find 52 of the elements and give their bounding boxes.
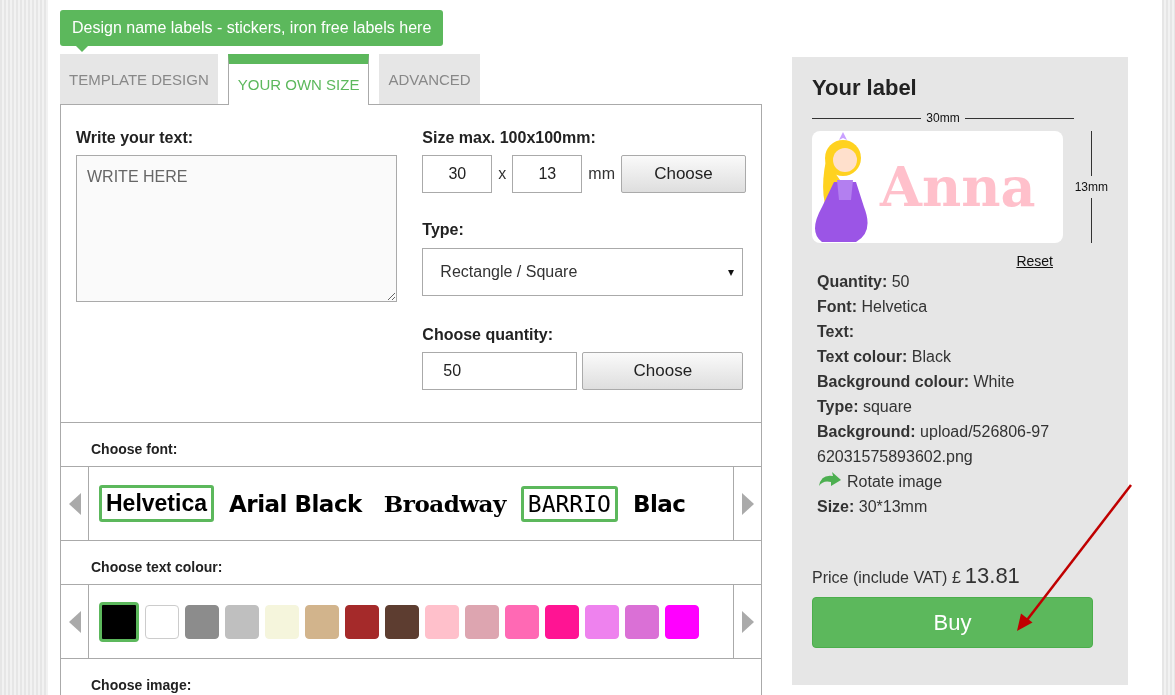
colour-swatch[interactable] [305, 604, 339, 639]
colour-swatch[interactable] [545, 604, 579, 639]
colour-swatch[interactable] [465, 604, 499, 639]
summary-line: Background colour: White [817, 372, 1016, 392]
summary-line: Font: Helvetica [817, 297, 929, 317]
type-select[interactable]: Rectangle / Square ▾ [422, 248, 744, 296]
section-label: Choose image: [91, 677, 193, 693]
summary-line: Background: upload/526806-9762031575893602.png [817, 422, 1051, 467]
summary-line: Size: 30*13mm [817, 497, 929, 517]
section-label: Choose font: [91, 441, 179, 457]
font-option[interactable]: BARRIO [520, 485, 618, 522]
times-label: x [498, 165, 507, 183]
colour-swatch[interactable] [505, 604, 539, 639]
left-arrow-icon [68, 492, 81, 515]
font-option[interactable]: Helvetica [99, 485, 214, 522]
width-input[interactable]: 30 [422, 155, 493, 193]
height-dimension: 13mm [1074, 180, 1108, 194]
caret-icon: ▾ [728, 265, 735, 279]
quantity-input[interactable]: 50 [422, 352, 578, 390]
unit-label: mm [588, 165, 615, 183]
field-label: Choose quantity: [422, 326, 554, 344]
reset-link[interactable]: Reset [1016, 253, 1053, 269]
width-dimension: 30mm [926, 111, 960, 125]
colour-swatch[interactable] [665, 604, 699, 639]
field-label: Type: [422, 221, 465, 239]
field-label: Write your text: [76, 129, 195, 147]
choose-button[interactable]: Choose [621, 155, 746, 193]
panel-title: Your label [812, 75, 918, 101]
right-arrow-icon [741, 610, 754, 633]
preview-name: Anna [880, 155, 1036, 219]
choose-button[interactable]: Choose [582, 352, 744, 390]
colour-swatch[interactable] [185, 604, 219, 639]
select-value: Rectangle / Square [440, 263, 578, 281]
summary-line: Quantity: 50 [817, 272, 911, 292]
colour-swatch[interactable] [345, 604, 379, 639]
height-input[interactable]: 13 [512, 155, 583, 193]
colour-swatch[interactable] [585, 604, 619, 639]
section-label: Choose text colour: [91, 559, 224, 575]
field-label: Size max. 100x100mm: [422, 129, 597, 147]
price-value: 13.81 [964, 563, 1020, 589]
colour-swatch[interactable] [385, 604, 419, 639]
price-label: Price (include VAT) £ [812, 569, 961, 587]
colour-swatch[interactable] [225, 604, 259, 639]
colour-swatch[interactable] [625, 604, 659, 639]
colour-swatch[interactable] [99, 601, 139, 642]
summary-line: Text colour: Black [817, 347, 952, 367]
text-input[interactable]: WRITE HERE [76, 155, 397, 302]
right-arrow-icon [741, 492, 754, 515]
summary-line: Text: [817, 322, 856, 342]
rotate-image-link[interactable]: Rotate image [847, 469, 1087, 494]
summary-line: Type: square [817, 397, 913, 417]
left-arrow-icon [68, 610, 81, 633]
